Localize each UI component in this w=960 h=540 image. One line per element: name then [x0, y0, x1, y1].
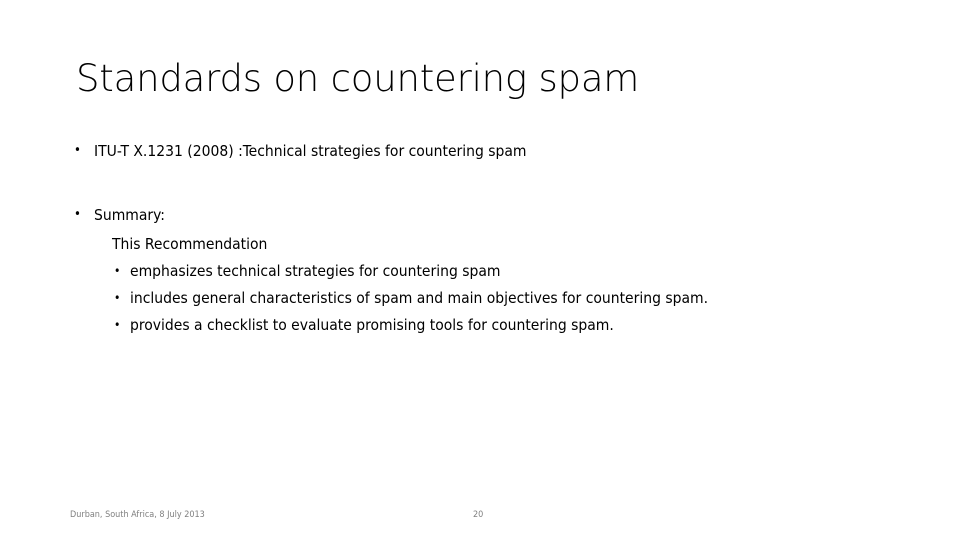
list-item-summary-point-3: • provides a checklist to evaluate promi…	[64, 312, 924, 339]
sub-bullet-marker-icon: •	[114, 291, 121, 305]
bullet-marker-icon: •	[74, 207, 81, 222]
summary-point-text: includes general characteristics of spam…	[130, 289, 709, 307]
list-item-standard-reference: • ITU-T X.1231 (2008) :Technical strateg…	[64, 140, 924, 162]
standard-reference-text: ITU-T X.1231 (2008) :Technical strategie…	[94, 142, 527, 160]
summary-intro-text: This Recommendation	[112, 235, 268, 253]
footer-page-number: 20	[473, 510, 484, 520]
summary-intro-line: This Recommendation	[64, 231, 924, 258]
summary-label-text: Summary:	[94, 206, 165, 224]
sub-bullet-marker-icon: •	[114, 318, 121, 332]
bullet-marker-icon: •	[74, 143, 81, 158]
list-item-summary-point-2: • includes general characteristics of sp…	[64, 285, 924, 312]
list-item-summary-label: • Summary:	[64, 204, 924, 226]
summary-point-text: provides a checklist to evaluate promisi…	[130, 316, 614, 334]
slide-canvas: Standards on countering spam • ITU-T X.1…	[0, 0, 960, 540]
sub-bullet-marker-icon: •	[114, 264, 121, 278]
slide-body: • ITU-T X.1231 (2008) :Technical strateg…	[64, 140, 924, 339]
list-item-summary-point-1: • emphasizes technical strategies for co…	[64, 258, 924, 285]
footer-location-date: Durban, South Africa, 8 July 2013	[70, 510, 205, 520]
summary-point-text: emphasizes technical strategies for coun…	[130, 262, 501, 280]
page-title: Standards on countering spam	[76, 57, 640, 100]
